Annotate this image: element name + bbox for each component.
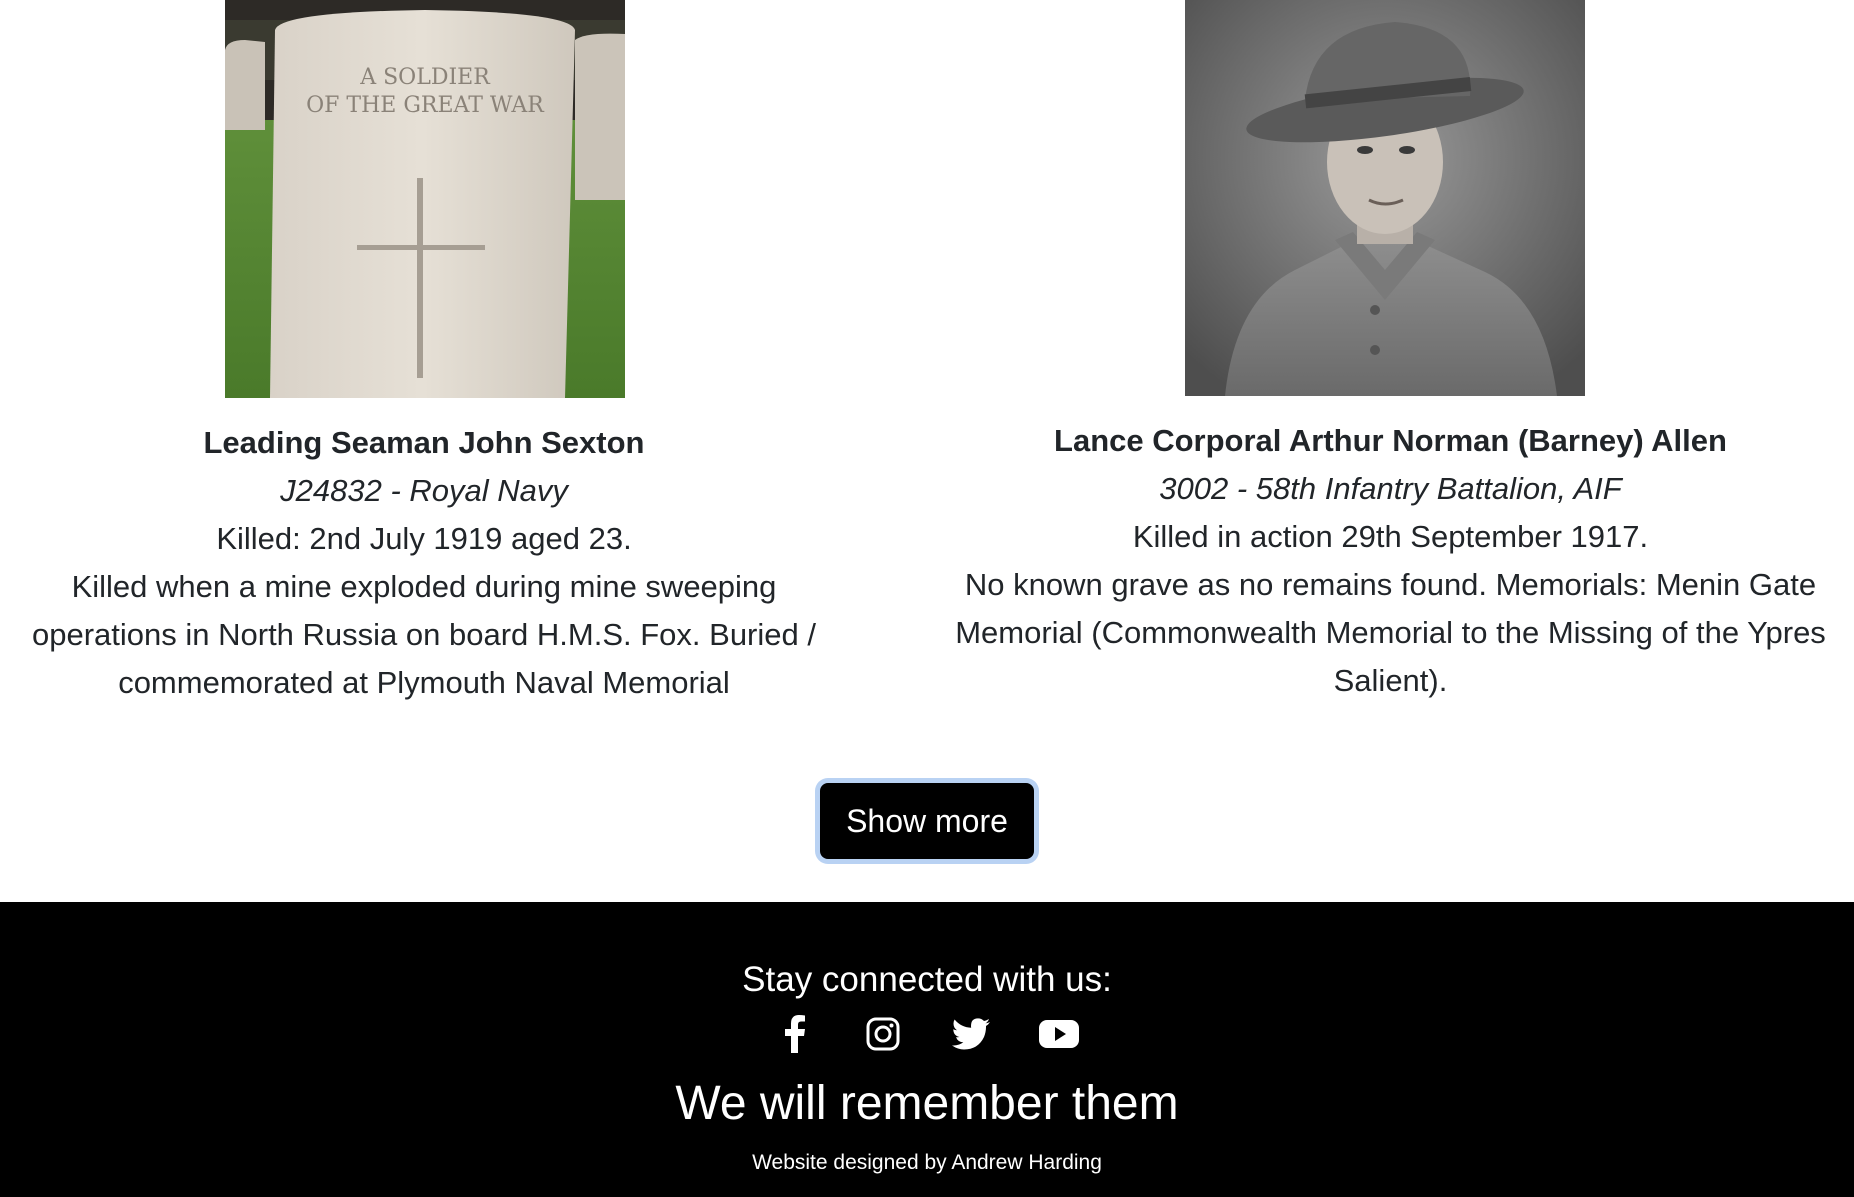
designer-credit: Website designed by Andrew Harding <box>752 1151 1102 1174</box>
soldier-name: Lance Corporal Arthur Norman (Barney) Al… <box>1054 423 1727 458</box>
remember-tagline: We will remember them <box>675 1077 1179 1130</box>
youtube-icon[interactable] <box>1037 1012 1081 1056</box>
card-text: Leading Seaman John Sexton J24832 - Roya… <box>0 419 848 707</box>
site-footer: Stay connected with us: We will remember… <box>0 902 1854 1197</box>
page: A SOLDIER OF THE GREAT WAR Leading Seama… <box>0 0 1854 1197</box>
card-text: Lance Corporal Arthur Norman (Barney) Al… <box>927 417 1854 705</box>
soldier-cards: A SOLDIER OF THE GREAT WAR Leading Seama… <box>0 0 1854 902</box>
social-links <box>0 1012 1854 1056</box>
show-more-button[interactable]: Show more <box>820 783 1034 859</box>
twitter-icon[interactable] <box>949 1012 993 1056</box>
facebook-icon[interactable] <box>773 1012 817 1056</box>
stay-connected-heading: Stay connected with us: <box>742 960 1112 999</box>
killed-date: Killed: 2nd July 1919 aged 23. <box>216 521 632 556</box>
headstone-photo: A SOLDIER OF THE GREAT WAR <box>225 0 625 398</box>
soldier-portrait-photo <box>1185 0 1585 396</box>
service-number: J24832 - Royal Navy <box>280 473 568 508</box>
soldier-name: Leading Seaman John Sexton <box>203 425 645 460</box>
show-more-container: Show more <box>0 783 1854 859</box>
svg-text:A SOLDIER: A SOLDIER <box>359 65 491 90</box>
service-number: 3002 - 58th Infantry Battalion, AIF <box>1159 471 1622 506</box>
soldier-description: No known grave as no remains found. Memo… <box>955 567 1826 698</box>
killed-date: Killed in action 29th September 1917. <box>1132 519 1649 554</box>
svg-text:OF THE GREAT WAR: OF THE GREAT WAR <box>306 93 545 118</box>
instagram-icon[interactable] <box>861 1012 905 1056</box>
soldier-description: Killed when a mine exploded during mine … <box>32 569 816 700</box>
